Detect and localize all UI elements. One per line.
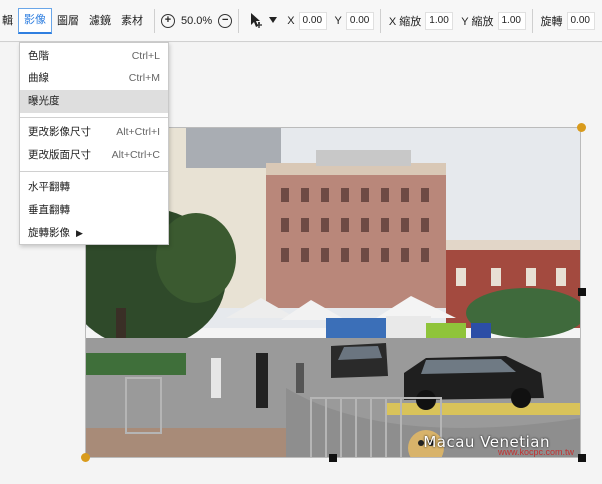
menu-edit[interactable]: 輯 xyxy=(0,8,18,34)
toolbar-divider xyxy=(154,8,155,33)
move-tool-icon[interactable] xyxy=(249,12,279,30)
menu-layer[interactable]: 圖層 xyxy=(52,8,84,34)
menu-item-label: 色階 xyxy=(28,50,49,62)
y-scale-input[interactable]: 1.00 xyxy=(497,11,526,30)
menu-item-exposure[interactable]: 曝光度 xyxy=(20,90,168,113)
menu-item-label: 旋轉影像 xyxy=(28,227,70,239)
menu-item-label: 曲線 xyxy=(28,72,49,84)
menu-item-label: 更改版面尺寸 xyxy=(28,149,91,161)
watermark-url: www.kocpc.com.tw xyxy=(497,447,574,457)
toolbar: 輯 影像 圖層 濾鏡 素材 + 50.0% − X 0.00 Y 0.00 X … xyxy=(0,0,602,42)
y-label: Y xyxy=(334,14,342,27)
menu-item-image-size[interactable]: 更改影像尺寸 Alt+Ctrl+I xyxy=(20,121,168,144)
menu-item-shortcut: Ctrl+L xyxy=(131,50,160,62)
menu-item-levels[interactable]: 色階 Ctrl+L xyxy=(20,45,168,68)
menu-item-rotate-image[interactable]: 旋轉影像 ▶ xyxy=(20,222,168,245)
menu-item-canvas-size[interactable]: 更改版面尺寸 Alt+Ctrl+C xyxy=(20,144,168,167)
menu-item-curves[interactable]: 曲線 Ctrl+M xyxy=(20,67,168,90)
y-position-input[interactable]: 0.00 xyxy=(345,11,374,30)
zoom-in-icon[interactable]: + xyxy=(161,13,175,28)
rotate-label: 旋轉 xyxy=(540,15,563,28)
zoom-level: 50.0% xyxy=(181,14,213,27)
menu-item-label: 垂直翻轉 xyxy=(28,204,70,216)
menu-item-shortcut: Alt+Ctrl+C xyxy=(111,149,160,161)
image-menu-dropdown: 色階 Ctrl+L 曲線 Ctrl+M 曝光度 更改影像尺寸 Alt+Ctrl+… xyxy=(19,42,169,245)
menu-divider xyxy=(20,117,168,118)
menu-item-shortcut: Alt+Ctrl+I xyxy=(116,126,160,138)
resize-handle-bottom-right[interactable] xyxy=(578,454,586,462)
menu-filter[interactable]: 濾鏡 xyxy=(84,8,116,34)
menu-item-label: 曝光度 xyxy=(28,95,60,107)
menu-assets[interactable]: 素材 xyxy=(116,8,148,34)
menu-item-shortcut: Ctrl+M xyxy=(128,72,160,84)
menu-item-flip-horizontal[interactable]: 水平翻轉 xyxy=(20,176,168,199)
rotate-handle-top-right[interactable] xyxy=(577,123,586,132)
rotate-input[interactable]: 0.00 xyxy=(566,11,595,30)
menu-item-flip-vertical[interactable]: 垂直翻轉 xyxy=(20,199,168,222)
resize-handle-bottom[interactable] xyxy=(329,454,337,462)
submenu-arrow-icon: ▶ xyxy=(76,228,83,238)
menu-image[interactable]: 影像 xyxy=(18,7,52,34)
x-scale-input[interactable]: 1.00 xyxy=(425,11,454,30)
toolbar-divider xyxy=(379,8,381,33)
menu-divider xyxy=(20,171,168,172)
x-position-input[interactable]: 0.00 xyxy=(298,11,327,30)
rotate-handle-bottom-left[interactable] xyxy=(81,453,90,462)
toolbar-divider xyxy=(238,8,240,33)
menu-item-label: 更改影像尺寸 xyxy=(28,126,91,138)
zoom-out-icon[interactable]: − xyxy=(218,13,233,28)
toolbar-divider xyxy=(531,8,533,33)
y-scale-label: Y 縮放 xyxy=(461,15,494,28)
resize-handle-right[interactable] xyxy=(578,288,586,296)
x-scale-label: X 縮放 xyxy=(388,15,422,28)
menu-item-label: 水平翻轉 xyxy=(28,181,70,193)
x-label: X xyxy=(287,14,295,27)
